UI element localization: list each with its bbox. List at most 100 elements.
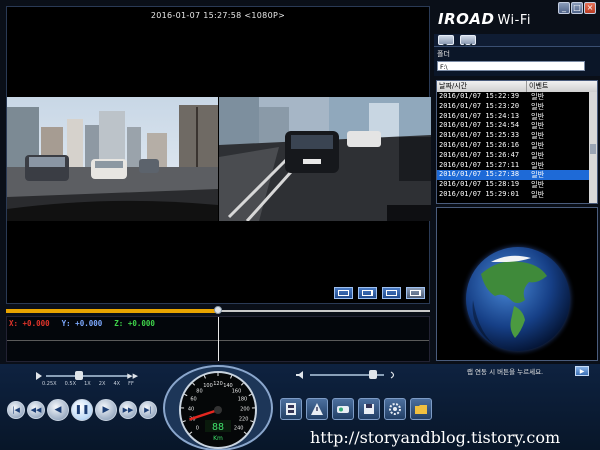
speed-slider-track <box>46 375 128 377</box>
folder-label: 폴더 <box>437 50 450 58</box>
film-icon <box>286 403 296 415</box>
close-button[interactable]: × <box>584 2 596 14</box>
settings-button[interactable] <box>332 398 354 420</box>
prev-button[interactable]: ◀◀ <box>27 401 45 419</box>
row-datetime: 2016/01/07 15:29:01 <box>439 189 520 198</box>
list-row[interactable]: 2016/01/07 15:23:20 일반 <box>437 102 597 112</box>
wifi-message: 랩 연동 시 버튼을 누르세요. <box>467 368 544 376</box>
folder-icon <box>415 405 427 414</box>
list-row[interactable]: 2016/01/07 15:29:01 일반 <box>437 190 597 200</box>
timeline-handle[interactable] <box>214 306 222 314</box>
speedometer-tick-label: 160 <box>232 388 242 394</box>
last-icon: ▶| <box>144 405 152 414</box>
volume-handle[interactable] <box>368 370 377 379</box>
speed-label: 2X <box>98 381 106 387</box>
video-display[interactable]: 2016-01-07 15:27:58 <1080P> <box>6 6 431 304</box>
scrollbar-thumb[interactable] <box>590 144 596 154</box>
watermark-text: http://storyandblog.tistory.com <box>310 428 561 447</box>
list-row[interactable]: 2016/01/07 15:26:47 일반 <box>437 151 597 161</box>
list-row[interactable]: 2016/01/07 15:27:38 일반 <box>437 170 597 181</box>
list-row[interactable]: 2016/01/07 15:26:16 일반 <box>437 141 597 151</box>
layout-split-button[interactable] <box>358 287 377 299</box>
pause-button[interactable]: ❚❚ <box>71 399 93 421</box>
row-event: 일반 <box>531 131 545 141</box>
volume-slider[interactable] <box>296 370 398 380</box>
row-event: 일반 <box>531 150 545 160</box>
row-event: 일반 <box>531 121 545 131</box>
first-icon: |◀ <box>12 405 20 414</box>
pause-icon: ❚❚ <box>74 404 90 415</box>
playback-timeline[interactable] <box>6 306 430 314</box>
logo-main: IROAD <box>438 10 495 28</box>
video-timestamp: 2016-01-07 15:27:58 <1080P> <box>150 11 286 20</box>
list-row[interactable]: 2016/01/07 15:22:39 일반 <box>437 92 597 102</box>
speedometer-tick-label: 220 <box>239 416 249 422</box>
speed-slider-handle[interactable] <box>74 371 83 380</box>
speed-up-icon[interactable]: ▶▶ <box>127 372 138 380</box>
next-button[interactable]: ▶▶ <box>119 401 137 419</box>
wifi-connect-button[interactable]: ▶ <box>575 366 589 376</box>
speedometer: 020406080100120140160180200220240 88 Km <box>163 364 273 450</box>
maximize-button[interactable]: □ <box>571 2 583 14</box>
playback-speed-slider[interactable]: ▶▶ <box>36 371 138 381</box>
speed-label: 0.5X <box>64 381 77 387</box>
list-row[interactable]: 2016/01/07 15:27:11 일반 <box>437 161 597 171</box>
gear-button[interactable] <box>384 398 406 420</box>
warning-button[interactable] <box>306 398 328 420</box>
speedometer-tick-label: 40 <box>188 406 194 412</box>
folder-button[interactable] <box>410 398 432 420</box>
row-event: 일반 <box>531 180 545 190</box>
film-button[interactable] <box>280 398 302 420</box>
list-scrollbar[interactable] <box>589 92 597 203</box>
play-button[interactable]: ▶ <box>95 399 117 421</box>
speedometer-tick-label: 180 <box>238 397 248 403</box>
row-datetime: 2016/01/07 15:24:13 <box>439 111 520 120</box>
rear-camera-view[interactable] <box>219 97 431 221</box>
list-row[interactable]: 2016/01/07 15:25:33 일반 <box>437 131 597 141</box>
speedometer-tick-label: 80 <box>196 388 202 394</box>
speed-label: 1X <box>84 381 91 387</box>
search-tab[interactable] <box>438 35 454 52</box>
logo-sub: Wi-Fi <box>497 13 531 28</box>
row-event: 일반 <box>531 170 545 180</box>
layout-single-button[interactable] <box>334 287 353 299</box>
layout-pip-button[interactable] <box>382 287 401 299</box>
speedometer-unit: Km <box>213 435 223 442</box>
tools-tab[interactable] <box>460 35 476 51</box>
gsensor-values: X: +0.000 Y: +0.000 Z: +0.000 <box>9 319 155 328</box>
column-datetime[interactable]: 날짜/시간 <box>437 81 527 92</box>
recording-list[interactable]: 날짜/시간 이벤트 2016/01/07 15:22:39 일반 2016/01/0… <box>436 80 598 204</box>
speedometer-tick-label: 100 <box>203 383 213 389</box>
save-button[interactable] <box>358 398 380 420</box>
speedometer-graphic: 020406080100120140160180200220240 88 Km <box>163 365 273 450</box>
speed-labels: 0.25X 0.5X 1X 2X 4X FF <box>42 381 134 387</box>
list-row[interactable]: 2016/01/07 15:24:54 일반 <box>437 121 597 131</box>
app-logo: IROAD Wi-Fi <box>438 10 531 28</box>
prev-icon: ◀◀ <box>30 405 42 414</box>
control-bar: ▶▶ 0.25X 0.5X 1X 2X 4X FF |◀ ◀◀ ◀ ❚❚ ▶ ▶▶ ▶| … <box>0 364 600 450</box>
settings-icon <box>337 406 349 413</box>
gsensor-y-value: Y: +0.000 <box>61 319 103 328</box>
volume-max-icon <box>390 371 395 379</box>
gear-icon <box>389 403 401 415</box>
speed-label: 4X <box>113 381 121 387</box>
row-datetime: 2016/01/07 15:26:16 <box>439 140 520 149</box>
speed-down-icon[interactable] <box>36 372 42 380</box>
pip-screen-icon <box>386 290 397 296</box>
row-event: 일반 <box>531 160 545 170</box>
folder-path-field[interactable]: F:\ <box>437 61 585 71</box>
last-button[interactable]: ▶| <box>139 401 157 419</box>
minimize-button[interactable]: _ <box>558 2 570 14</box>
row-datetime: 2016/01/07 15:24:54 <box>439 121 520 130</box>
row-event: 일반 <box>531 111 545 121</box>
list-row[interactable]: 2016/01/07 15:28:19 일반 <box>437 180 597 190</box>
rewind-button[interactable]: ◀ <box>47 399 69 421</box>
list-row[interactable]: 2016/01/07 15:24:13 일반 <box>437 112 597 122</box>
rewind-icon: ◀ <box>54 404 62 415</box>
row-datetime: 2016/01/07 15:23:20 <box>439 101 520 110</box>
column-event[interactable]: 이벤트 <box>527 81 597 92</box>
front-camera-view[interactable] <box>7 97 218 221</box>
title-bar: IROAD Wi-Fi _ □ × <box>434 0 600 34</box>
layout-full-button[interactable] <box>406 287 425 299</box>
first-button[interactable]: |◀ <box>7 401 25 419</box>
